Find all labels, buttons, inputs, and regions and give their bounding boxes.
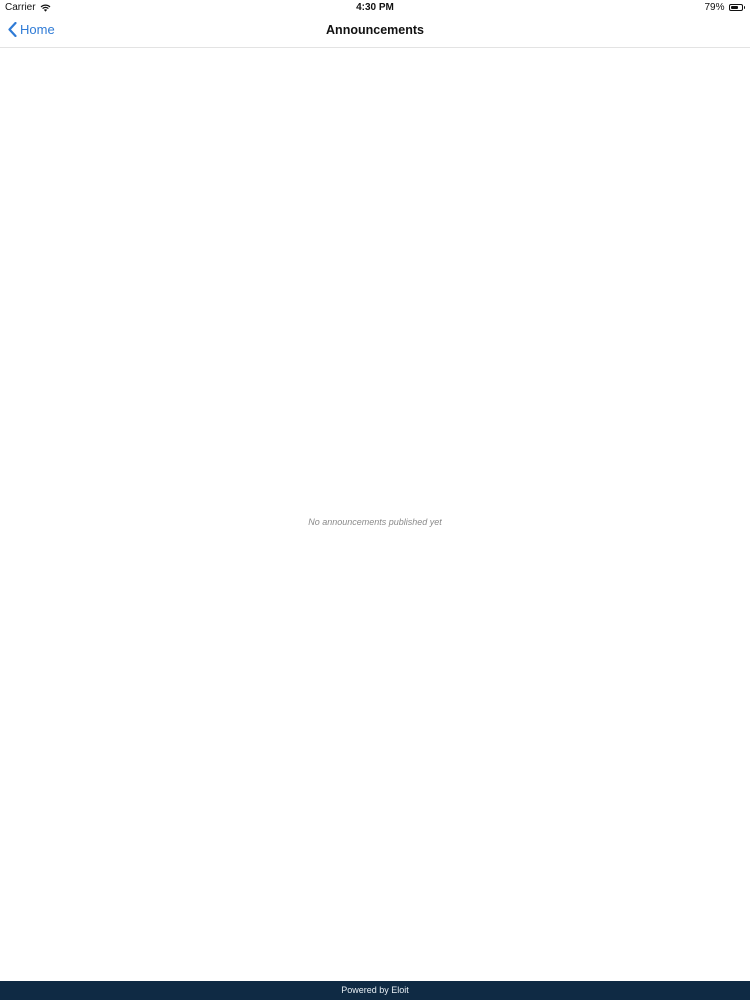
status-time: 4:30 PM xyxy=(356,2,394,13)
battery-body xyxy=(728,4,743,11)
empty-state-message: No announcements published yet xyxy=(308,517,442,527)
battery-tip xyxy=(743,6,745,9)
announcements-screen: Carrier 4:30 PM 79% Home Announcements N… xyxy=(0,0,750,1000)
status-right: 79% xyxy=(704,2,745,13)
page-title: Announcements xyxy=(326,23,424,37)
battery-fill xyxy=(730,6,739,9)
footer: Powered by Eloit xyxy=(0,981,750,1000)
status-bar: Carrier 4:30 PM 79% xyxy=(0,0,750,16)
footer-text: Powered by Eloit xyxy=(341,985,409,995)
navigation-bar: Home Announcements xyxy=(0,16,750,48)
battery-percentage: 79% xyxy=(704,2,725,13)
battery-icon xyxy=(728,4,745,11)
